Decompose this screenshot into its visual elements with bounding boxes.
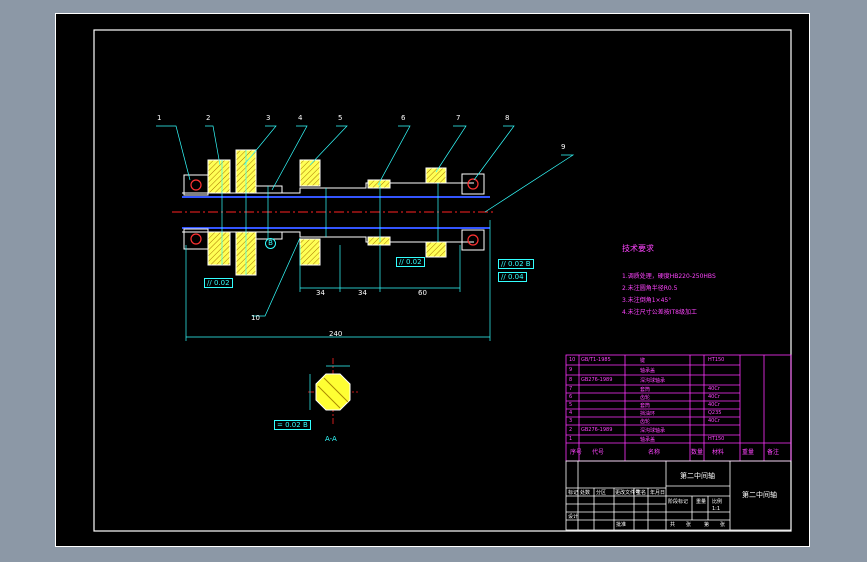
title-sheet-3: 第	[704, 522, 710, 528]
bom-row-name: 键	[640, 358, 646, 364]
note-1: 1.调质处理，硬度HB220-250HBS	[622, 273, 716, 280]
bom-row-name: 轴承盖	[640, 368, 656, 374]
callout-6: 6	[401, 114, 406, 122]
bom-row-name: 深沟球轴承	[640, 428, 666, 434]
tolerance-frame-1: // 0.02	[204, 278, 233, 288]
tolerance-frame-5: = 0.02 B	[274, 420, 311, 430]
bom-row-std: GB276-1989	[581, 377, 613, 383]
callout-9: 9	[561, 143, 566, 151]
bom-row-std: GB276-1989	[581, 427, 613, 433]
bom-row-no: 2	[569, 427, 573, 433]
callout-4: 4	[298, 114, 303, 122]
title-design: 设计	[568, 514, 579, 520]
datum-marker: B	[265, 238, 276, 249]
bom-row-no: 3	[569, 418, 573, 424]
title-label-date: 年月日	[650, 490, 666, 496]
bom-row-no: 1	[569, 436, 573, 442]
title-scale: 比例	[712, 499, 723, 505]
bom-row-no: 6	[569, 394, 573, 400]
bom-row-mat: HT150	[708, 357, 725, 363]
callout-1: 1	[157, 114, 162, 122]
note-3: 3.未注倒角1×45°	[622, 297, 672, 304]
bom-row-name: 齿轮	[640, 419, 651, 425]
bom-row-name: 深沟球轴承	[640, 378, 666, 384]
dimension-34a: 34	[316, 289, 325, 297]
callout-7: 7	[456, 114, 461, 122]
title-weight: 重量	[696, 499, 707, 505]
callout-10: 10	[251, 314, 260, 322]
bom-row-no: 10	[569, 357, 576, 363]
title-name-2: 第二中间轴	[742, 491, 777, 499]
title-label-sign: 签名	[636, 490, 647, 496]
bom-row-no: 7	[569, 386, 573, 392]
bom-row-name: 轴承盖	[640, 437, 656, 443]
tolerance-frame-4: // 0.04	[498, 272, 527, 282]
bom-row-name: 齿轮	[640, 395, 651, 401]
inner-frame	[93, 29, 792, 532]
title-scale-value: 1:1	[712, 506, 721, 512]
title-label-mark: 标记	[568, 490, 579, 496]
drawing-viewport: 1 2 3 4 5 6 7 8 9 10 B 34 34 60 240 // 0…	[0, 0, 867, 562]
bom-header-name: 名称	[648, 449, 661, 456]
title-approve: 批准	[616, 522, 627, 528]
title-label-zone: 分区	[596, 490, 607, 496]
callout-5: 5	[338, 114, 343, 122]
bom-row-std: GB/T1-1985	[581, 357, 611, 363]
bom-row-mat: HT150	[708, 436, 725, 442]
bom-row-no: 5	[569, 402, 573, 408]
bom-row-mat: Q235	[708, 410, 722, 416]
bom-row-name: 套筒	[640, 403, 651, 409]
bom-header-no: 序号	[570, 449, 583, 456]
bom-row-no: 9	[569, 367, 573, 373]
bom-header-wt: 重量	[742, 449, 755, 456]
callout-8: 8	[505, 114, 510, 122]
tolerance-frame-2: // 0.02	[396, 257, 425, 267]
section-view	[308, 358, 358, 425]
title-stage: 阶段标记	[668, 499, 689, 505]
bom-row-name: 挡油环	[640, 411, 656, 417]
title-sheet-1: 共	[670, 522, 676, 528]
callout-2: 2	[206, 114, 211, 122]
bom-row-no: 8	[569, 377, 573, 383]
title-sheet-4: 张	[720, 522, 726, 528]
note-4: 4.未注尺寸公差按IT8级加工	[622, 309, 697, 316]
section-label: A-A	[325, 435, 337, 443]
callout-3: 3	[266, 114, 271, 122]
tolerance-frame-3: // 0.02 B	[498, 259, 534, 269]
bom-header-std: 代号	[592, 449, 605, 456]
title-name-1: 第二中间轴	[680, 472, 715, 480]
bom-header-mat: 材料	[712, 449, 725, 456]
dimension-34b: 34	[358, 289, 367, 297]
title-sheet-2: 张	[686, 522, 692, 528]
notes-title: 技术要求	[622, 244, 654, 253]
bom-row-name: 套筒	[640, 387, 651, 393]
shaft-assembly	[172, 149, 496, 276]
bom-row-mat: 40Cr	[708, 418, 720, 424]
bom-table	[565, 354, 792, 462]
title-label-count: 处数	[580, 490, 591, 496]
bom-row-mat: 40Cr	[708, 386, 720, 392]
note-2: 2.未注圆角半径R0.5	[622, 285, 678, 292]
cad-drawing	[93, 29, 792, 532]
bom-header-note: 备注	[767, 449, 780, 456]
bom-row-no: 4	[569, 410, 573, 416]
dimension-60: 60	[418, 289, 427, 297]
bom-header-qty: 数量	[691, 449, 704, 456]
bom-row-mat: 40Cr	[708, 394, 720, 400]
dimension-240: 240	[329, 330, 343, 338]
bom-row-mat: 40Cr	[708, 402, 720, 408]
